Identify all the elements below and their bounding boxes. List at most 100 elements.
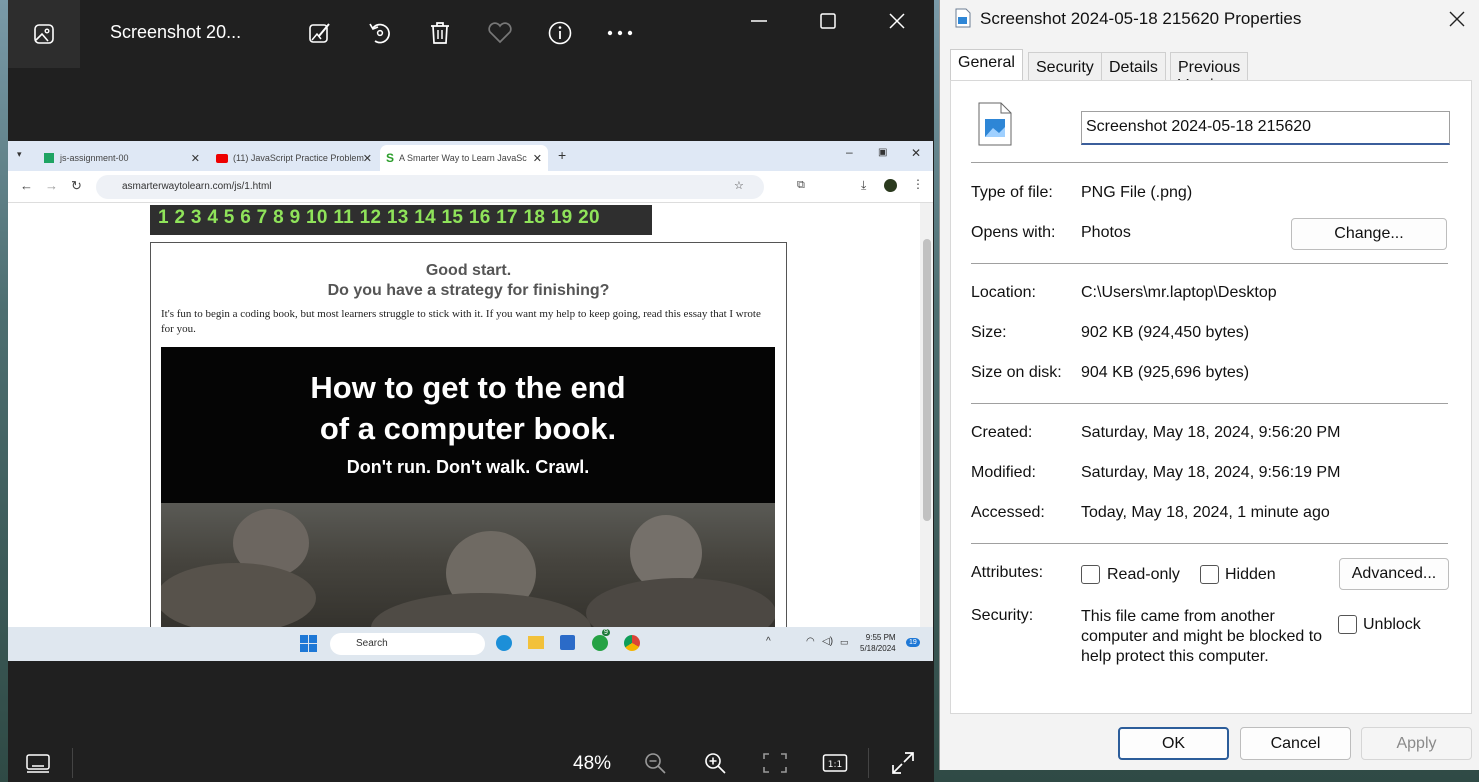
edit-image-button[interactable] [303,16,337,50]
browser-close-icon[interactable]: ✕ [911,146,921,160]
hidden-checkbox[interactable] [1200,565,1219,584]
properties-dialog: Screenshot 2024-05-18 215620 Properties … [939,0,1479,770]
apply-button[interactable]: Apply [1361,727,1472,760]
hidden-label[interactable]: Hidden [1225,566,1276,584]
created-value: Saturday, May 18, 2024, 9:56:20 PM [1081,424,1341,441]
zoom-in-button[interactable] [700,748,730,778]
zoom-out-icon [645,753,666,774]
tab-close-icon[interactable]: ✕ [533,152,542,165]
volume-icon[interactable]: ◁) [822,636,833,647]
zoom-out-button[interactable] [640,748,670,778]
download-icon[interactable]: ⤓ [861,178,866,193]
tab-search-icon[interactable]: ▾ [17,149,22,160]
favorite-button[interactable] [483,16,517,50]
taskbar-clock[interactable]: 9:55 PM 5/18/2024 [860,632,896,654]
profile-avatar[interactable] [884,179,897,192]
close-icon [1449,11,1465,27]
banner-headline: How to get to the end of a computer book… [161,367,775,449]
tab-close-icon[interactable]: ✕ [191,152,200,165]
store-icon[interactable] [560,635,575,650]
essay-banner[interactable]: How to get to the end of a computer book… [161,347,775,647]
tab-general[interactable]: General [950,49,1023,80]
change-button[interactable]: Change... [1291,218,1447,250]
tab-previous-versions[interactable]: Previous Versions [1170,52,1249,94]
photos-bottom-bar [8,736,934,782]
banner-subline: Don't run. Don't walk. Crawl. [346,457,590,477]
browser-restore-icon[interactable]: ▣ [878,147,887,158]
location-label: Location: [971,284,1036,301]
reload-icon[interactable]: ↻ [71,178,82,194]
browser-tab[interactable]: (11) JavaScript Practice Problem ✕ [210,145,378,171]
taskbar-search[interactable]: Search [330,633,485,655]
filename-input[interactable]: Screenshot 2024-05-18 215620 [1081,111,1450,145]
tray-chevron-icon[interactable]: ^ [766,636,771,647]
cancel-button[interactable]: Cancel [1240,727,1351,760]
modified-value: Saturday, May 18, 2024, 9:56:19 PM [1081,464,1341,481]
rotate-button[interactable] [363,16,397,50]
advanced-button[interactable]: Advanced... [1339,558,1449,590]
heart-icon [488,22,512,44]
wifi-icon[interactable]: ◠ [806,636,815,647]
browser-menu-icon[interactable]: ⋮ [912,177,924,191]
file-explorer-icon[interactable] [528,636,544,649]
type-value: PNG File (.png) [1081,184,1193,201]
chrome-icon[interactable] [624,635,640,651]
size-label: Size: [971,324,1007,341]
readonly-checkbox[interactable] [1081,565,1100,584]
unblock-label[interactable]: Unblock [1363,616,1421,634]
bookmark-star-icon[interactable]: ☆ [734,179,744,192]
opens-with-value: Photos [1081,224,1131,241]
toolbar-divider [868,748,869,778]
full-screen-button[interactable] [888,748,918,778]
zoom-level: 48% [573,753,612,774]
browser-tab[interactable]: js-assignment-00 ✕ [38,145,206,171]
minimize-button[interactable] [739,6,779,36]
created-label: Created: [971,424,1033,441]
divider [971,263,1448,264]
security-text: This file came from another computer and… [1081,608,1323,665]
ok-button[interactable]: OK [1118,727,1229,760]
fit-to-window-button[interactable] [760,748,790,778]
extensions-icon[interactable]: ⧉ [797,179,805,192]
windows-start-icon[interactable] [300,635,318,653]
scroll-thumb[interactable] [923,239,931,521]
filmstrip-button[interactable] [23,748,53,778]
delete-button[interactable] [423,16,457,50]
browser-minimize-icon[interactable]: – [846,145,853,159]
web-page: 1 2 3 4 5 6 7 8 9 10 11 12 13 14 15 16 1… [8,203,933,647]
opens-with-label: Opens with: [971,224,1056,241]
more-icon [607,30,633,36]
close-button[interactable] [877,6,917,36]
info-button[interactable] [543,16,577,50]
readonly-label[interactable]: Read-only [1107,566,1180,584]
tab-label: (11) JavaScript Practice Problem [233,153,364,163]
divider [971,162,1448,163]
chapter-numbers[interactable]: 1 2 3 4 5 6 7 8 9 10 11 12 13 14 15 16 1… [150,205,652,235]
banner-line-2: of a computer book. [319,411,617,446]
security-label: Security: [971,607,1034,624]
maximize-button[interactable] [808,6,848,36]
maximize-icon [820,13,836,29]
actual-size-button[interactable]: 1:1 [820,748,850,778]
notification-badge[interactable]: 19 [906,638,920,647]
location-value: C:\Users\mr.laptop\Desktop [1081,284,1277,301]
delete-icon [431,22,449,44]
forward-icon[interactable]: → [45,178,58,193]
tab-details[interactable]: Details [1101,52,1166,80]
more-button[interactable] [603,16,637,50]
back-icon[interactable]: ← [20,178,33,193]
browser-tab-active[interactable]: S A Smarter Way to Learn JavaSc ✕ [380,145,548,171]
tab-close-icon[interactable]: ✕ [363,152,372,165]
page-scrollbar[interactable] [920,203,933,627]
edge-icon[interactable] [496,635,512,651]
new-tab-icon[interactable]: + [558,147,566,163]
site-icon: S [386,151,395,165]
unblock-checkbox[interactable] [1338,615,1357,634]
url-field[interactable]: asmarterwaytolearn.com/js/1.html [96,175,764,199]
gallery-button[interactable] [8,0,80,68]
url-text: asmarterwaytolearn.com/js/1.html [122,181,272,192]
tab-security[interactable]: Security [1028,52,1102,80]
dialog-close-button[interactable] [1440,4,1474,34]
battery-icon[interactable]: ▭ [840,637,849,648]
whatsapp-icon[interactable] [592,635,608,651]
